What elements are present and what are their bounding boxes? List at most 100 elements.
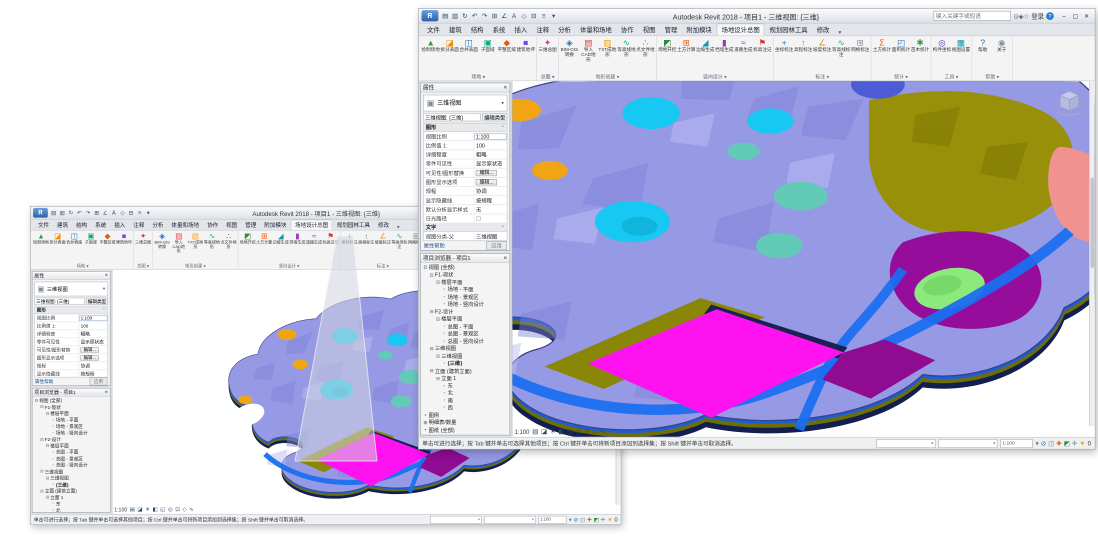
ribbon-button-点文件地形[interactable]: ∴点文件地形 bbox=[636, 38, 654, 58]
visual-style-icon[interactable]: ◪ bbox=[137, 506, 142, 513]
ribbon-tab-附加模块[interactable]: 附加模块 bbox=[261, 220, 291, 230]
ribbon-button-等高线地形[interactable]: ∿等高线地形 bbox=[617, 38, 635, 58]
tree-item-东[interactable]: ▫东 bbox=[422, 382, 509, 389]
ribbon-tab-注释[interactable]: 注释 bbox=[130, 220, 148, 230]
ribbon-button-建筑地坪[interactable]: ■建筑地坪 bbox=[517, 38, 535, 53]
application-menu-button[interactable]: R bbox=[422, 10, 439, 21]
ribbon-group-label[interactable]: 总图 ▾ bbox=[538, 73, 556, 80]
ribbon-button-土方计算[interactable]: ⊞土方计算 bbox=[677, 38, 695, 53]
ribbon-tab-体量和场地[interactable]: 体量和场地 bbox=[168, 220, 203, 230]
project-browser-header[interactable]: 项目浏览器 - 项目1 ✕ bbox=[421, 254, 510, 263]
ribbon-button-合并表面[interactable]: ◫合并表面 bbox=[460, 38, 478, 53]
property-value[interactable]: ☐ bbox=[475, 215, 507, 221]
ribbon-group-label[interactable]: 总图 ▾ bbox=[135, 263, 151, 269]
ribbon-tab-分析[interactable]: 分析 bbox=[149, 220, 167, 230]
ribbon-group-label[interactable]: 标注 ▾ bbox=[775, 73, 869, 80]
filter-count[interactable]: 0 bbox=[1088, 439, 1092, 447]
property-value[interactable]: 编辑... bbox=[475, 169, 507, 176]
3d-view-icon[interactable]: ◇ bbox=[519, 12, 528, 20]
edit-type-button[interactable]: 编辑类型 bbox=[86, 298, 108, 305]
ribbon-tab-场地设计总图[interactable]: 场地设计总图 bbox=[291, 220, 333, 230]
section-icon[interactable]: ⊟ bbox=[127, 209, 135, 216]
property-value[interactable]: 粗略 bbox=[79, 330, 107, 337]
properties-header[interactable]: 属性 ✕ bbox=[32, 272, 109, 280]
visual-style-icon[interactable]: ◪ bbox=[541, 428, 547, 436]
vertical-scrollbar[interactable] bbox=[1089, 81, 1095, 426]
section-box-icon[interactable]: ⊡ bbox=[584, 428, 589, 436]
print-icon[interactable]: ⊞ bbox=[93, 209, 101, 216]
select-by-face-icon[interactable]: ◩ bbox=[594, 516, 599, 523]
filter-icon[interactable]: ▼ bbox=[1079, 439, 1085, 447]
close-icon[interactable]: ✕ bbox=[104, 273, 108, 278]
ribbon-tab-结构[interactable]: 结构 bbox=[72, 220, 90, 230]
property-value[interactable]: 编辑... bbox=[79, 355, 107, 361]
ribbon-tab-文件[interactable]: 文件 bbox=[423, 24, 444, 35]
ribbon-tab-插入[interactable]: 插入 bbox=[111, 220, 129, 230]
undo-icon[interactable]: ↶ bbox=[75, 209, 83, 216]
application-menu-button[interactable]: R bbox=[33, 208, 48, 218]
tree-item-立面 (建筑立面)[interactable]: ⊟立面 (建筑立面) bbox=[422, 367, 509, 374]
tree-item-北[interactable]: ▫北 bbox=[422, 389, 509, 396]
help-icon[interactable]: ? bbox=[1046, 12, 1054, 20]
edit-button[interactable]: 编辑... bbox=[81, 355, 99, 361]
ribbon-button-坡度标注[interactable]: ∠坡度标注 bbox=[813, 38, 831, 53]
drag-on-selection-icon[interactable]: ✛ bbox=[1072, 439, 1077, 447]
ribbon-button-边坡生成[interactable]: ◢边坡生成 bbox=[273, 232, 289, 245]
save-icon[interactable]: ▥ bbox=[450, 12, 459, 20]
crop-view-icon[interactable]: ◱ bbox=[567, 428, 573, 436]
project-browser-header[interactable]: 项目浏览器 - 项目1 ✕ bbox=[32, 389, 109, 397]
ribbon-tab-系统[interactable]: 系统 bbox=[91, 220, 109, 230]
ribbon-group-label[interactable]: 场地 ▾ bbox=[422, 73, 535, 80]
ribbon-button-场地开挖[interactable]: ◩场地开挖 bbox=[658, 38, 676, 53]
property-section-图形[interactable]: 图形⌃ bbox=[35, 307, 108, 314]
sync-icon[interactable]: ↻ bbox=[460, 12, 469, 20]
property-section-文字[interactable]: 文字⌃ bbox=[424, 223, 507, 231]
tree-item-三维视图[interactable]: ⊟三维视图 bbox=[422, 352, 509, 359]
ribbon-button-TXT成地形[interactable]: ▥TXT成地形 bbox=[598, 38, 616, 58]
sun-path-icon[interactable]: ☀ bbox=[550, 428, 556, 436]
ribbon-button-挡墙生成[interactable]: ▮挡墙生成 bbox=[715, 38, 733, 53]
text-icon[interactable]: A bbox=[110, 209, 118, 216]
property-value[interactable]: 100 bbox=[79, 323, 107, 329]
ribbon-tab-场地设计总图[interactable]: 场地设计总图 bbox=[717, 23, 765, 35]
tree-item-南[interactable]: ▫南 bbox=[422, 397, 509, 404]
view-selector[interactable]: 三维视图: {三维} bbox=[423, 113, 481, 121]
ribbon-button-高程标注[interactable]: ↑高程标注 bbox=[794, 38, 812, 53]
filter-count[interactable]: 0 bbox=[614, 516, 617, 523]
tree-item-图纸 (全部)[interactable]: ▪图纸 (全部) bbox=[422, 426, 509, 433]
shadows-icon[interactable]: ◧ bbox=[153, 506, 158, 513]
ribbon-button-导入CAD地形[interactable]: ▤导入CAD地形 bbox=[579, 38, 597, 63]
ribbon-tab-修改[interactable]: 修改 bbox=[374, 220, 392, 230]
ribbon-button-标高注记[interactable]: ⚑标高注记 bbox=[753, 38, 771, 53]
analytic-model-icon[interactable]: ∿ bbox=[189, 506, 194, 513]
ribbon-button-道路生成[interactable]: ≈道路生成 bbox=[734, 38, 752, 53]
detail-level-icon[interactable]: ▤ bbox=[532, 428, 538, 436]
qat-customize-icon[interactable]: ▾ bbox=[549, 12, 558, 20]
close-icon[interactable]: ✕ bbox=[503, 255, 507, 261]
properties-help-link[interactable]: 属性帮助 bbox=[35, 378, 53, 385]
maximize-button[interactable]: ▢ bbox=[1070, 12, 1081, 20]
redo-icon[interactable]: ↷ bbox=[480, 12, 489, 20]
ribbon-button-子面域[interactable]: ▣子面域 bbox=[83, 232, 99, 245]
ribbon-tab-体量和场地[interactable]: 体量和场地 bbox=[576, 24, 616, 35]
ribbon-tab-修改[interactable]: 修改 bbox=[812, 24, 833, 35]
property-value[interactable]: 100 bbox=[475, 142, 507, 148]
select-links-icon[interactable]: ⊘ bbox=[574, 516, 579, 523]
select-pinned-icon[interactable]: ✚ bbox=[1056, 439, 1061, 447]
reveal-hidden-icon[interactable]: ◎ bbox=[168, 506, 173, 513]
measure-icon[interactable]: ∠ bbox=[101, 209, 109, 216]
property-value[interactable]: 按规程 bbox=[475, 196, 507, 204]
design-option-dropdown[interactable]: ▾ bbox=[484, 515, 536, 523]
property-value[interactable]: 协调 bbox=[475, 187, 507, 195]
minimize-button[interactable]: – bbox=[1059, 12, 1070, 20]
property-value[interactable]: 1:100 bbox=[79, 315, 107, 321]
editable-only-icon[interactable]: ▾ bbox=[569, 516, 572, 523]
ribbon-tab-规划园林工具[interactable]: 规划园林工具 bbox=[765, 24, 811, 35]
text-icon[interactable]: A bbox=[510, 12, 519, 20]
ribbon-button-坐标标注[interactable]: +坐标标注 bbox=[342, 232, 358, 245]
filter-icon[interactable]: ▼ bbox=[607, 516, 612, 523]
ribbon-button-挡墙生成[interactable]: ▮挡墙生成 bbox=[289, 232, 305, 245]
view-scale-label[interactable]: 1:100 bbox=[514, 428, 529, 435]
measure-icon[interactable]: ∠ bbox=[500, 12, 509, 20]
property-value[interactable]: 编辑... bbox=[79, 347, 107, 353]
